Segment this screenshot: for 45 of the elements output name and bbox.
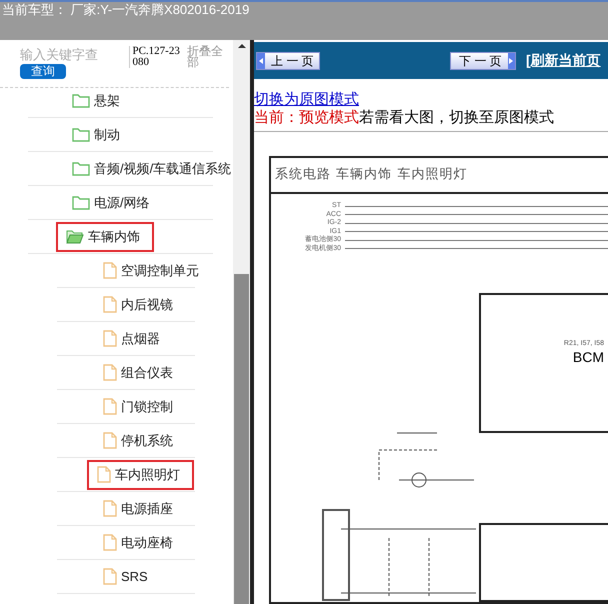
previous-page-button[interactable]: 上 一 页 — [256, 52, 320, 70]
tree-item[interactable]: 电源插座 — [97, 494, 179, 524]
tree-item[interactable]: 悬架 — [66, 86, 126, 116]
tree-item[interactable]: 停机系统 — [97, 426, 179, 456]
scrollbar[interactable] — [233, 40, 250, 604]
tree-item[interactable]: 电源/网络 — [66, 188, 156, 218]
module-name: BCM — [572, 350, 604, 364]
document-icon — [103, 500, 117, 517]
document-icon — [103, 364, 117, 381]
folder-icon — [72, 161, 90, 176]
open-folder-icon — [66, 229, 84, 244]
tree-item[interactable]: 电动座椅 — [97, 528, 179, 558]
document-icon — [103, 534, 117, 551]
code-label: PC.127-23080 — [129, 46, 186, 68]
tree-item[interactable]: 制动 — [66, 120, 126, 150]
tree-item[interactable]: 门锁控制 — [97, 392, 179, 422]
document-icon — [103, 568, 117, 585]
tree-item[interactable]: 音频/视频/车载通信系统 — [66, 154, 233, 184]
window-title: 当前车型： 厂家:Y-一汽奔腾X802016-2019 — [2, 2, 250, 18]
folder-icon — [72, 127, 90, 142]
folder-icon — [72, 195, 90, 210]
tree-item[interactable]: 空调控制单元 — [97, 256, 205, 286]
search-field[interactable]: 输入关键字查 — [20, 46, 106, 64]
scroll-up-icon[interactable] — [238, 44, 246, 48]
tree-item[interactable]: 车内照明灯 — [87, 460, 194, 490]
document-icon — [103, 296, 117, 313]
mode-hint: 若需看大图，切换至原图模式 — [359, 109, 554, 126]
next-page-button[interactable]: 下 一 页 — [450, 52, 516, 70]
document-icon — [103, 330, 117, 347]
folder-icon — [72, 93, 90, 108]
tree-item[interactable]: 内后视镜 — [97, 290, 179, 320]
search-button[interactable]: 查询 — [20, 64, 66, 79]
refresh-link[interactable]: [刷新当前页 — [526, 50, 601, 71]
scrollbar-thumb[interactable] — [234, 274, 249, 604]
tree-item[interactable]: 车辆内饰 — [56, 222, 154, 252]
current-mode-label: 当前：预览模式 — [254, 109, 359, 126]
document-icon — [103, 398, 117, 415]
tree-item[interactable]: 点烟器 — [97, 324, 166, 354]
tree-item[interactable]: 组合仪表 — [97, 358, 179, 388]
document-icon — [103, 432, 117, 449]
tree-item[interactable]: SRS — [97, 562, 154, 592]
original-mode-link[interactable]: 切换为原图模式 — [254, 91, 608, 109]
diagram-title: 系统电路 车辆内饰 车内照明灯 — [275, 166, 468, 184]
document-icon — [97, 466, 111, 483]
document-icon — [103, 262, 117, 279]
